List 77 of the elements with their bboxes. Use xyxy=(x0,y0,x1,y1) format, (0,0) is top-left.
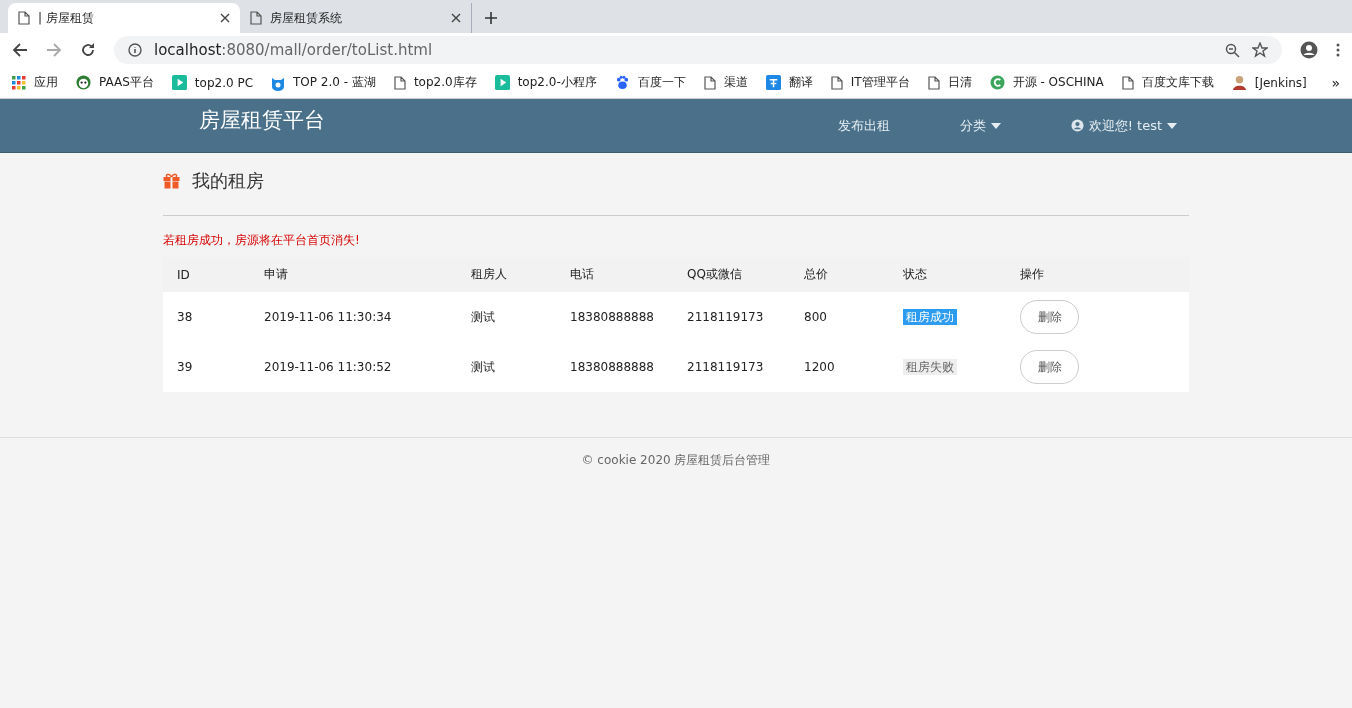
column-header: 状态 xyxy=(903,266,928,283)
bookmark[interactable]: 开源 - OSCHINA xyxy=(989,74,1104,91)
nav-link[interactable]: 分类 xyxy=(959,116,1001,135)
column-header: QQ或微信 xyxy=(687,266,743,283)
user-icon xyxy=(1070,119,1084,132)
table-cell-text: 18380888888 xyxy=(570,310,655,324)
bookmark[interactable]: top2.0 PC xyxy=(171,75,254,90)
status-badge: 租房成功 xyxy=(903,308,957,325)
table-cell-text: 2019-11-06 11:30:52 xyxy=(264,360,393,374)
bookmark[interactable]: [Jenkins] xyxy=(1231,75,1307,90)
apps-grid-icon xyxy=(12,75,26,90)
table-cell-text: 2118119173 xyxy=(687,360,765,374)
bookmark[interactable]: 应用 xyxy=(12,74,58,91)
address-bar[interactable]: localhost:8080/mall/order/toList.html xyxy=(114,36,1282,64)
column-header: 申请 xyxy=(264,266,289,283)
play-icon xyxy=(171,75,187,90)
table-cell-text: 18380888888 xyxy=(570,360,655,374)
table-cell-text: 测试 xyxy=(471,308,496,326)
page-icon xyxy=(927,75,940,90)
page-icon xyxy=(830,75,843,90)
bookmark[interactable]: TOP 2.0 - 蓝湖 xyxy=(271,74,376,91)
column-header: 总价 xyxy=(804,266,829,283)
bookmark[interactable]: 翻译 xyxy=(765,74,813,91)
star-icon[interactable] xyxy=(1252,42,1268,58)
notice-text: 若租房成功，房源将在平台首页消失! xyxy=(163,232,361,249)
bookmark[interactable]: top2.0库存 xyxy=(393,74,477,91)
panda-icon xyxy=(76,75,91,90)
bookmark[interactable]: 渠道 xyxy=(703,74,748,91)
bookmark[interactable]: IT管理平台 xyxy=(830,74,910,91)
new-tab-icon[interactable] xyxy=(484,11,498,25)
column-header: 电话 xyxy=(570,266,595,283)
gift-icon xyxy=(163,173,180,189)
close-icon[interactable] xyxy=(220,13,230,23)
column-header: ID xyxy=(177,267,191,282)
page-icon xyxy=(250,11,262,25)
status-badge: 租房失败 xyxy=(903,358,957,375)
site-brand[interactable]: 房屋租赁平台 xyxy=(199,105,325,134)
page-icon xyxy=(393,75,406,90)
page-icon xyxy=(1121,75,1134,90)
c-logo-icon xyxy=(989,75,1005,90)
caret-icon xyxy=(1167,122,1177,129)
table-cell-text: 800 xyxy=(804,310,828,324)
bookmark[interactable]: 日清 xyxy=(927,74,972,91)
delete-button[interactable]: 删除 xyxy=(1020,350,1079,384)
table-cell-text: 38 xyxy=(177,310,194,324)
footer-text: © cookie 2020 房屋租赁后台管理 xyxy=(581,453,771,467)
zoom-icon[interactable] xyxy=(1225,42,1240,58)
bookmark[interactable]: 百度一下 xyxy=(614,74,686,91)
play-icon xyxy=(494,75,510,90)
reload-icon[interactable] xyxy=(80,42,96,58)
bookmark[interactable]: PAAS平台 xyxy=(76,74,154,91)
bookmark[interactable]: 百度文库下载 xyxy=(1121,74,1214,91)
browser-tab[interactable]: | 房屋租赁 xyxy=(8,3,240,33)
table-cell-text: 测试 xyxy=(471,358,496,376)
menu-icon[interactable] xyxy=(1336,43,1340,57)
page-icon xyxy=(18,11,30,25)
info-icon xyxy=(128,43,142,57)
bookmark[interactable]: top2.0-小程序 xyxy=(494,74,597,91)
page-title: 我的租房 xyxy=(192,169,264,193)
table-cell-text: 1200 xyxy=(804,360,836,374)
table-cell-text: 39 xyxy=(177,360,194,374)
caret-icon xyxy=(990,122,1001,129)
back-icon[interactable] xyxy=(12,42,28,58)
account-icon[interactable] xyxy=(1300,41,1318,59)
avatar-icon xyxy=(1231,75,1247,90)
more-bookmarks[interactable]: » xyxy=(1331,74,1340,91)
table-cell-text: 2019-11-06 11:30:34 xyxy=(264,310,393,324)
nav-link[interactable]: 欢迎您! test xyxy=(1070,116,1177,135)
page-icon xyxy=(703,75,716,90)
close-icon[interactable] xyxy=(451,13,461,23)
column-header: 租房人 xyxy=(471,266,508,283)
translate-icon xyxy=(765,75,781,90)
delete-button[interactable]: 删除 xyxy=(1020,300,1079,334)
paw-icon xyxy=(614,75,630,90)
nav-link[interactable]: 发布出租 xyxy=(837,116,890,135)
table-cell-text: 2118119173 xyxy=(687,310,765,324)
column-header: 操作 xyxy=(1020,266,1045,283)
